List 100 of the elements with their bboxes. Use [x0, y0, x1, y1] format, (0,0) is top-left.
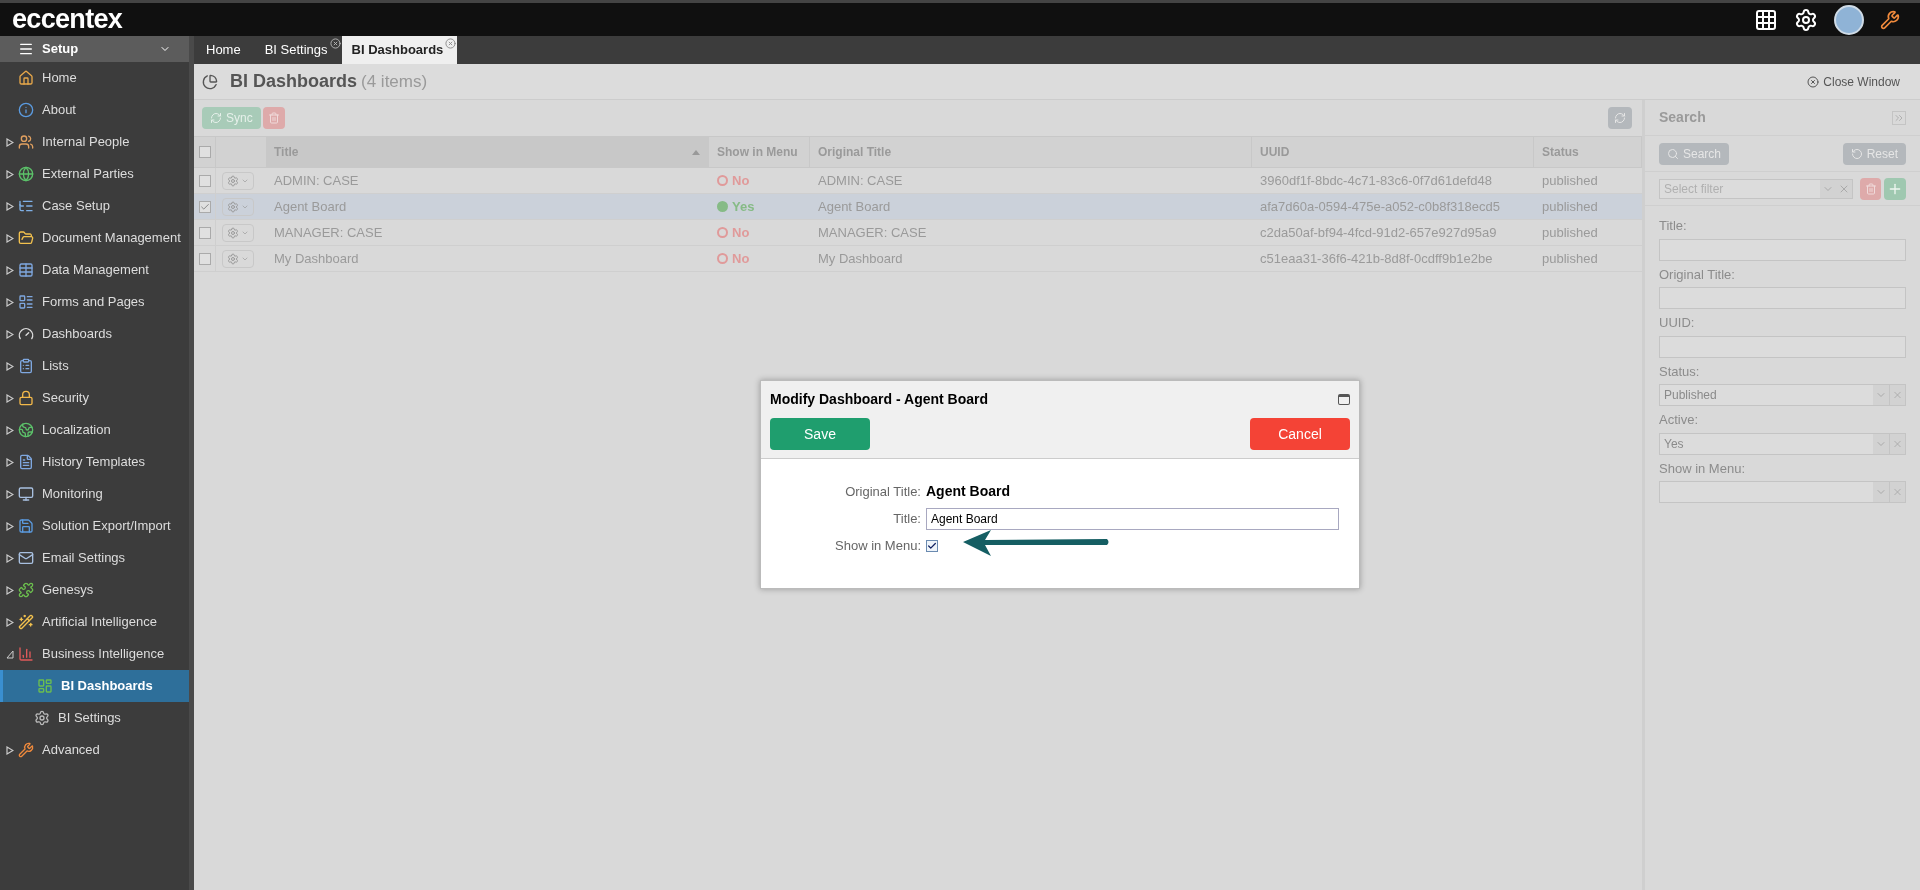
collapsed-arrow-icon[interactable] [6, 361, 14, 371]
collapsed-arrow-icon[interactable] [6, 329, 14, 339]
sidebar-item[interactable]: Email Settings [0, 542, 189, 574]
field-label: Original Title: [844, 482, 921, 501]
sidebar-item[interactable]: Localization [0, 414, 189, 446]
collapsed-arrow-icon[interactable] [6, 137, 14, 147]
show-in-menu-checkbox[interactable] [926, 539, 938, 552]
sidebar-item[interactable]: Monitoring [0, 478, 189, 510]
tab[interactable]: BI Settings [254, 36, 342, 64]
collapsed-arrow-icon[interactable] [6, 233, 14, 243]
sidebar-item[interactable]: Security [0, 382, 189, 414]
close-window-button[interactable]: Close Window [1807, 72, 1900, 91]
expanded-arrow-icon[interactable] [6, 649, 14, 659]
list-icon [18, 358, 34, 374]
row-checkbox[interactable] [198, 174, 211, 187]
sidebar-item[interactable]: Document Management [0, 222, 189, 254]
sidebar-item[interactable]: Solution Export/Import [0, 510, 189, 542]
page-title: BI Dashboards [230, 70, 358, 93]
collapse-icon[interactable] [1892, 110, 1906, 125]
floppy-icon [18, 518, 34, 534]
table-cell-text: MANAGER: CASE [273, 223, 384, 242]
settings-icon[interactable] [1794, 7, 1818, 32]
row-actions-button[interactable] [222, 223, 254, 242]
sidebar-item[interactable]: Data Management [0, 254, 189, 286]
sidebar-item[interactable]: Business Intelligence [0, 638, 189, 670]
field-label: Show in Menu: [834, 537, 921, 555]
collapsed-arrow-icon[interactable] [6, 265, 14, 275]
home-icon [18, 70, 34, 86]
sidebar-item[interactable]: Home [0, 62, 189, 94]
item-count: (4 items) [361, 70, 428, 93]
sidebar-item[interactable]: BI Settings [0, 702, 189, 734]
collapsed-arrow-icon[interactable] [6, 393, 14, 403]
sidebar-item[interactable]: Advanced [0, 734, 189, 766]
select-all-checkbox[interactable] [198, 146, 211, 158]
table-cell-text: c51eaa31-36f6-421b-8d8f-0cdff9b1e2be [1259, 249, 1494, 268]
table-cell-text: ADMIN: CASE [817, 171, 904, 190]
delete-button[interactable] [262, 107, 285, 129]
collapsed-arrow-icon[interactable] [6, 297, 14, 307]
wrench-icon[interactable] [1880, 9, 1900, 30]
close-icon [1807, 75, 1820, 88]
maximize-icon[interactable] [1338, 394, 1350, 405]
table-cell-text: ADMIN: CASE [273, 171, 360, 190]
refresh-button[interactable] [1608, 107, 1632, 129]
sidebar-item[interactable]: Artificial Intelligence [0, 606, 189, 638]
logo[interactable]: eccentex [12, 6, 123, 33]
table-cell-text: afa7d60a-0594-475e-a052-c0b8f318ecd5 [1259, 197, 1501, 216]
document-icon [18, 454, 34, 470]
close-icon[interactable] [445, 38, 457, 49]
check-icon [927, 540, 937, 551]
setup-menu[interactable]: Setup [0, 36, 189, 62]
close-icon[interactable] [329, 38, 341, 49]
input-field[interactable] [1659, 287, 1906, 309]
cancel-button[interactable]: Cancel [1250, 418, 1350, 450]
row-actions-button[interactable] [222, 249, 254, 268]
sidebar-item[interactable]: Forms and Pages [0, 286, 189, 318]
input-field[interactable] [1659, 238, 1906, 261]
check-icon [199, 201, 210, 212]
row-actions-button[interactable] [222, 171, 254, 190]
sidebar-item[interactable]: External Parties [0, 158, 189, 190]
collapsed-arrow-icon[interactable] [6, 553, 14, 563]
sidebar-item[interactable]: BI Dashboards [0, 670, 189, 702]
sidebar-item[interactable]: Genesys [0, 574, 189, 606]
apps-grid-icon[interactable] [1754, 7, 1778, 32]
original-title-value: Agent Board [926, 482, 1011, 501]
row-checkbox[interactable] [198, 252, 211, 265]
row-actions-button[interactable] [222, 197, 254, 216]
sidebar-item[interactable]: History Templates [0, 446, 189, 478]
collapsed-arrow-icon[interactable] [6, 169, 14, 179]
collapsed-arrow-icon[interactable] [6, 745, 14, 755]
delete-filter-button[interactable] [1859, 177, 1882, 200]
field-label: Active: [1659, 411, 1699, 429]
row-checkbox[interactable] [198, 200, 211, 213]
input-field[interactable] [1659, 335, 1906, 358]
sidebar-item[interactable]: Dashboards [0, 318, 189, 350]
collapsed-arrow-icon[interactable] [6, 425, 14, 435]
title-input[interactable]: Agent Board [926, 508, 1339, 530]
bar-chart-icon [18, 646, 34, 662]
row-checkbox[interactable] [198, 226, 211, 239]
sort-icon[interactable] [692, 149, 700, 155]
collapsed-arrow-icon[interactable] [6, 201, 14, 211]
sidebar-item[interactable]: Internal People [0, 126, 189, 158]
gear-icon [227, 252, 239, 265]
sidebar-item[interactable]: Case Setup [0, 190, 189, 222]
collapsed-arrow-icon[interactable] [6, 489, 14, 499]
collapsed-arrow-icon[interactable] [6, 585, 14, 595]
tab[interactable]: Home [196, 36, 255, 64]
gear-icon [34, 710, 50, 726]
reset-icon [1850, 147, 1863, 160]
collapsed-arrow-icon[interactable] [6, 617, 14, 627]
menu-icon[interactable] [18, 41, 34, 57]
sidebar-item[interactable]: About [0, 94, 189, 126]
avatar[interactable] [1834, 4, 1864, 35]
add-filter-button[interactable] [1884, 177, 1906, 200]
tab[interactable]: BI Dashboards [341, 36, 458, 64]
sidebar-item[interactable]: Lists [0, 350, 189, 382]
collapsed-arrow-icon[interactable] [6, 457, 14, 467]
collapsed-arrow-icon[interactable] [6, 521, 14, 531]
gear-icon [227, 174, 239, 187]
folder-icon [18, 230, 34, 246]
show-in-menu-cell: Yes [709, 194, 810, 219]
